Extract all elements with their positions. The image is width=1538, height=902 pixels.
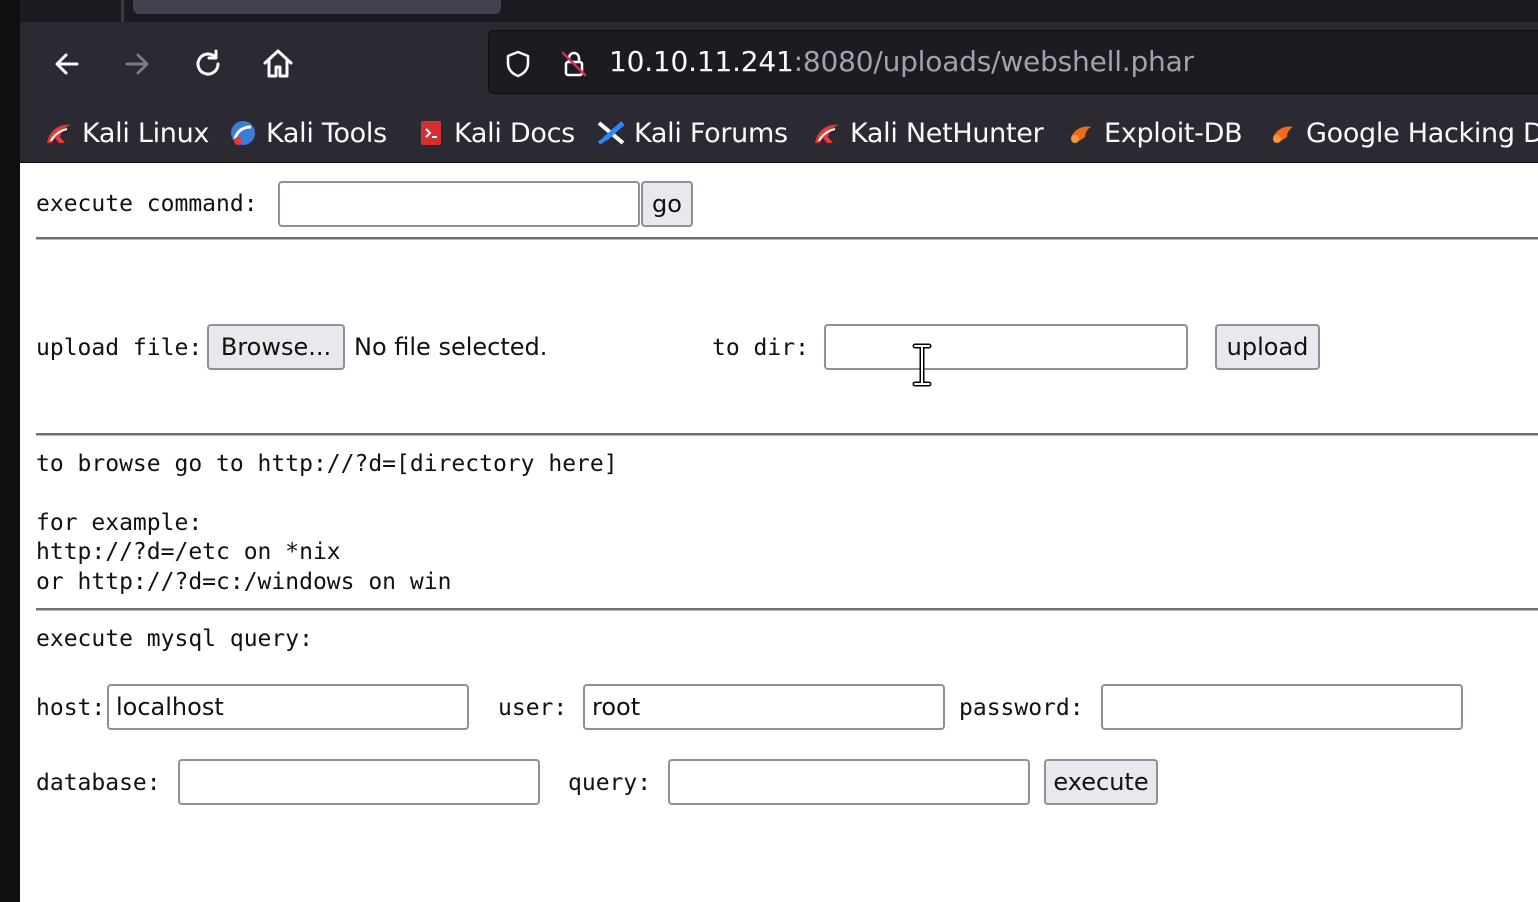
password-input[interactable] (1101, 684, 1463, 730)
file-status-text: No file selected. (354, 333, 548, 361)
query-input[interactable] (668, 759, 1030, 805)
password-label: password: (959, 695, 1084, 721)
dir-input[interactable] (824, 324, 1188, 370)
browse-help-line: or http://?d=c:/windows on win (36, 569, 452, 595)
command-input[interactable] (278, 181, 640, 227)
bookmark-kali-tools[interactable]: Kali Tools (226, 114, 387, 152)
navigation-toolbar: 10.10.11.241:8080/uploads/webshell.phar (20, 22, 1538, 104)
user-label: user: (498, 695, 568, 721)
bookmark-kali-forums[interactable]: Kali Forums (594, 114, 788, 152)
bookmark-google-hacking[interactable]: Google Hacking D (1266, 114, 1538, 152)
kali-dragon-icon (810, 116, 844, 150)
back-button[interactable] (47, 44, 87, 84)
database-label: database: (36, 770, 161, 796)
upload-button[interactable]: upload (1215, 324, 1320, 370)
address-bar[interactable]: 10.10.11.241:8080/uploads/webshell.phar (488, 30, 1538, 94)
host-input[interactable]: localhost (107, 684, 469, 730)
forward-button[interactable] (117, 44, 157, 84)
bookmark-label: Exploit-DB (1104, 117, 1243, 149)
bookmark-exploit-db[interactable]: Exploit-DB (1064, 114, 1243, 152)
query-label: query: (568, 770, 652, 796)
browse-help-line: http://?d=/etc on *nix (36, 539, 341, 565)
kali-forums-icon (594, 116, 628, 150)
divider (36, 608, 1538, 611)
home-icon (263, 49, 293, 78)
text-cursor-icon (912, 343, 932, 387)
upload-file-label: upload file: (36, 335, 203, 361)
user-input[interactable]: root (583, 684, 945, 730)
bookmark-kali-linux[interactable]: Kali Linux (42, 114, 209, 152)
divider (36, 237, 1538, 240)
kali-dragon-icon (42, 116, 76, 150)
tab-separator (121, 0, 124, 22)
bookmark-kali-nethunter[interactable]: Kali NetHunter (810, 114, 1044, 152)
active-tab[interactable] (133, 0, 501, 14)
tracking-protection-shield-icon[interactable] (503, 49, 533, 79)
reload-button[interactable] (188, 44, 228, 84)
forward-arrow-icon (125, 53, 149, 75)
go-button[interactable]: go (641, 181, 693, 227)
divider (36, 433, 1538, 436)
kali-docs-icon (414, 116, 448, 150)
webshell-page: execute command: go upload file: Browse.… (20, 163, 1538, 902)
insecure-lock-icon[interactable] (559, 49, 589, 79)
database-input[interactable] (178, 759, 540, 805)
execute-button[interactable]: execute (1044, 759, 1158, 805)
bookmark-label: Kali Docs (454, 117, 575, 149)
execute-command-label: execute command: (36, 191, 258, 217)
exploit-db-icon (1064, 116, 1098, 150)
bookmark-label: Kali Tools (266, 117, 387, 149)
url-host: 10.10.11.241 (609, 45, 794, 78)
window-edge (0, 0, 20, 902)
tab-strip (20, 0, 1538, 22)
bookmark-label: Kali Forums (634, 117, 788, 149)
bookmark-label: Google Hacking D (1306, 117, 1538, 149)
bookmark-label: Kali Linux (82, 117, 210, 149)
reload-icon (196, 49, 220, 76)
bookmark-kali-docs[interactable]: Kali Docs (414, 114, 575, 152)
url-path: :8080/uploads/webshell.phar (793, 45, 1194, 78)
exploit-db-icon (1266, 116, 1300, 150)
browse-help-line: for example: (36, 510, 203, 536)
host-label: host: (36, 695, 106, 721)
bookmarks-toolbar: Kali Linux Kali Tools Kali Docs Kali For… (20, 104, 1538, 163)
mysql-heading: execute mysql query: (36, 626, 313, 652)
bookmark-label: Kali NetHunter (850, 117, 1044, 149)
to-dir-label: to dir: (712, 335, 809, 361)
url-text[interactable]: 10.10.11.241:8080/uploads/webshell.phar (609, 45, 1194, 78)
browse-button[interactable]: Browse... (207, 324, 345, 370)
home-button[interactable] (258, 44, 298, 84)
browse-help-line: to browse go to http://?d=[directory her… (36, 451, 618, 477)
back-arrow-icon (55, 53, 79, 75)
kali-tools-icon (226, 116, 260, 150)
